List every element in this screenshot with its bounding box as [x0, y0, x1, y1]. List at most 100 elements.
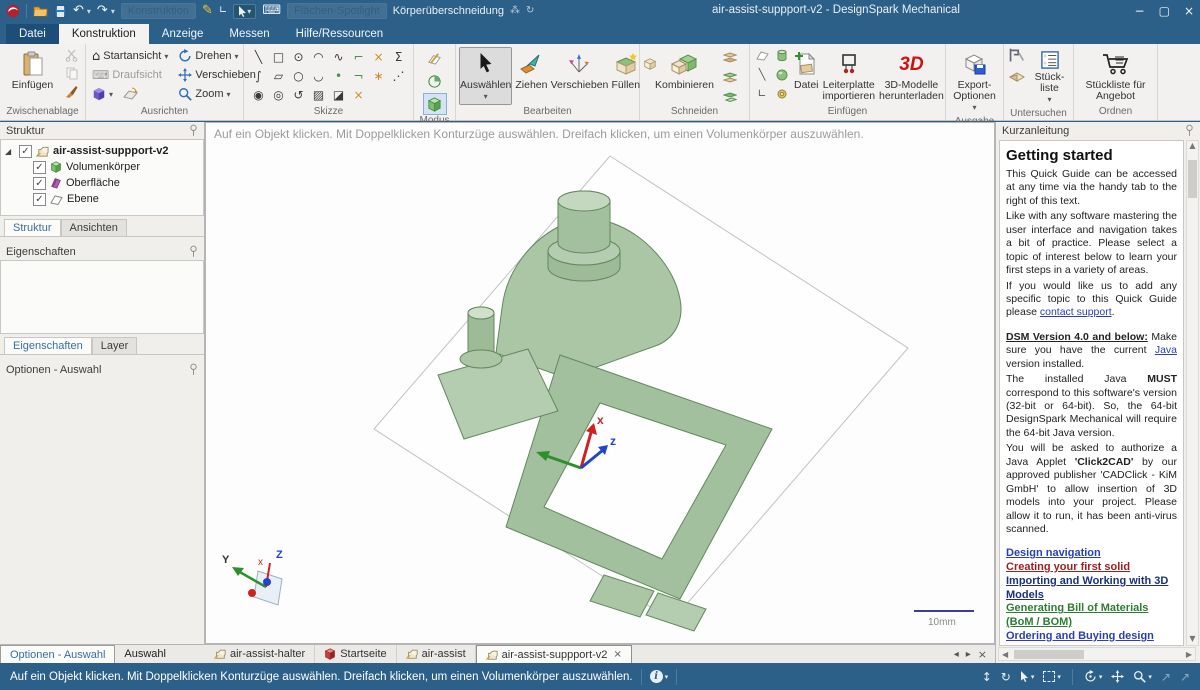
auswaehlen-button[interactable]: Auswählen ▾: [459, 47, 512, 105]
snap-angle-icon[interactable]: ∟: [219, 0, 227, 22]
scrollbar-thumb[interactable]: [1014, 650, 1084, 659]
tab-auswahl[interactable]: Auswahl: [115, 645, 175, 663]
snap-points-icon[interactable]: ⁂: [510, 0, 520, 22]
expander-icon[interactable]: ◢: [5, 147, 15, 156]
flaechen-spotlight-button[interactable]: Flächen-Spotlight: [287, 3, 387, 19]
scroll-up-icon[interactable]: ▲: [1189, 141, 1195, 150]
tab-eigenschaften[interactable]: Eigenschaften: [4, 337, 92, 354]
paste-button[interactable]: Einfügen: [5, 47, 61, 94]
konstruktion-quick-button[interactable]: Konstruktion: [121, 3, 196, 19]
minimize-button[interactable]: −: [1135, 4, 1145, 18]
close-tab-icon[interactable]: ×: [613, 649, 621, 660]
section-mode-button[interactable]: [423, 70, 447, 92]
sketch-offset-icon[interactable]: ◎: [269, 85, 289, 104]
menu-tab-konstruktion[interactable]: Konstruktion: [59, 24, 149, 44]
project-face-icon[interactable]: [721, 87, 739, 104]
tab-scroll-right-icon[interactable]: ▸: [966, 649, 971, 660]
java-link[interactable]: Java: [1155, 344, 1177, 356]
undo-button[interactable]: ↶: [73, 0, 84, 22]
cut-icon[interactable]: [63, 47, 81, 64]
sketch-fillet-icon[interactable]: ¬: [349, 66, 369, 85]
link-design-navigation[interactable]: Design navigation: [1006, 547, 1101, 559]
menu-tab-anzeige[interactable]: Anzeige: [149, 24, 217, 44]
selection-box-button[interactable]: ▾: [1043, 671, 1061, 682]
link-creating-first-solid[interactable]: Creating your first solid: [1006, 561, 1130, 573]
tree-item-volumenkoerper[interactable]: ✓ Volumenkörper: [1, 159, 203, 175]
sketch-corner-icon[interactable]: ⌐: [349, 47, 369, 66]
next-view-icon[interactable]: ↗: [1180, 670, 1190, 684]
select-tool-button[interactable]: ▾: [233, 4, 256, 19]
pin-icon[interactable]: [189, 124, 198, 137]
vertical-scrollbar[interactable]: ▲ ▼: [1186, 140, 1199, 646]
sketch-point-icon[interactable]: •: [329, 66, 349, 85]
checkbox[interactable]: ✓: [33, 161, 46, 174]
link-ordering-buying[interactable]: Ordering and Buying design components: [1006, 630, 1154, 646]
sketch-arc-icon[interactable]: ◠: [309, 47, 329, 66]
rotate-view-icon[interactable]: ↻: [1001, 670, 1011, 684]
maximize-button[interactable]: ▢: [1159, 4, 1170, 18]
link-importing-3d-models[interactable]: Importing and Working with 3D Models: [1006, 575, 1168, 601]
horizontal-scrollbar[interactable]: ◀ ▶: [998, 647, 1196, 661]
sketch-plane-edit-icon[interactable]: ◪: [329, 85, 349, 104]
tab-ansichten[interactable]: Ansichten: [61, 219, 127, 236]
pin-icon[interactable]: [189, 245, 198, 258]
sketch-circle-icon[interactable]: ⊙: [289, 47, 309, 66]
sketch-sweep-arc-icon[interactable]: ↺: [289, 85, 309, 104]
tree-item-root[interactable]: ◢ ✓ air-assist-suppport-v2: [1, 143, 203, 159]
doc-tab-air-assist-halter[interactable]: air-assist-halter: [205, 645, 315, 663]
link-generating-bom[interactable]: Generating Bill of Materials (BoM / BOM): [1006, 602, 1148, 628]
kombinieren-button[interactable]: Kombinieren: [651, 47, 719, 94]
verschieben-edit-button[interactable]: Verschieben: [550, 47, 608, 94]
tab-optionen-auswahl[interactable]: Optionen - Auswahl: [0, 645, 115, 663]
tab-layer[interactable]: Layer: [92, 337, 138, 354]
sketch-arc2-icon[interactable]: ◡: [309, 66, 329, 85]
pan-button[interactable]: [1111, 670, 1124, 683]
checkbox[interactable]: ✓: [19, 145, 32, 158]
orbit-button[interactable]: ▾: [1084, 670, 1103, 683]
sketch-ellipse-icon[interactable]: ◉: [249, 85, 269, 104]
menu-tab-hilfe[interactable]: Hilfe/Ressourcen: [283, 24, 397, 44]
cad-model-canvas[interactable]: x z Y Z x 10mm: [206, 123, 994, 643]
redo-dropdown-icon[interactable]: ▾: [111, 7, 115, 16]
sketch-equation-icon[interactable]: Σ: [389, 47, 409, 66]
save-button[interactable]: [54, 5, 67, 18]
tree-item-ebene[interactable]: ✓ Ebene: [1, 191, 203, 207]
pin-icon[interactable]: [189, 363, 198, 376]
insert-gear-icon[interactable]: [773, 85, 791, 102]
info-button[interactable]: i▾: [650, 670, 669, 683]
startansicht-button[interactable]: ⌂ Startansicht▾: [92, 47, 168, 65]
sketch-line-icon[interactable]: ╲: [249, 47, 269, 66]
stueckliste-angebot-button[interactable]: Stückliste für Angebot: [1077, 47, 1154, 105]
draufsicht-button[interactable]: ⌨ Draufsicht: [92, 66, 168, 84]
scroll-left-icon[interactable]: ◀: [1002, 650, 1008, 659]
refresh-icon[interactable]: ↻: [526, 0, 534, 22]
open-file-button[interactable]: [33, 5, 48, 17]
split-face-icon[interactable]: [721, 68, 739, 85]
undo-dropdown-icon[interactable]: ▾: [87, 7, 91, 16]
sketch-rectangle2-icon[interactable]: ▱: [269, 66, 289, 85]
checkbox[interactable]: ✓: [33, 177, 46, 190]
menu-tab-messen[interactable]: Messen: [216, 24, 282, 44]
select-mode-button[interactable]: ▾: [1020, 671, 1035, 682]
sketch-plane-icon[interactable]: [123, 87, 138, 101]
view-cube-button[interactable]: ▾: [92, 85, 168, 103]
insert-line-icon[interactable]: ╲: [753, 66, 771, 83]
koerperueberschneidung-button[interactable]: Körperüberschneidung: [393, 5, 504, 17]
sketch-delete-icon[interactable]: ×: [349, 85, 369, 104]
export-optionen-button[interactable]: Export- Optionen ▾: [949, 47, 1000, 116]
insert-plane-icon[interactable]: [753, 47, 771, 64]
doc-tab-air-assist[interactable]: air-assist: [397, 645, 476, 663]
leiterplatte-button[interactable]: Leiterplatte importieren: [822, 47, 877, 105]
zoom-view-button[interactable]: ▾: [1133, 670, 1152, 683]
sketch-rectangle-icon[interactable]: □: [269, 47, 289, 66]
caliper-icon[interactable]: [1008, 47, 1026, 64]
pencil-icon[interactable]: ✎: [202, 0, 213, 22]
solid-mode-button[interactable]: [423, 93, 447, 115]
keyboard-icon[interactable]: ⌨: [262, 0, 281, 22]
sketch-mode-button[interactable]: [423, 47, 447, 69]
insert-sphere-icon[interactable]: [773, 66, 791, 83]
pin-icon[interactable]: [1185, 124, 1194, 137]
close-button[interactable]: ×: [1184, 4, 1194, 18]
section-wedge-icon[interactable]: [1008, 67, 1026, 84]
sketch-plane-hatch-icon[interactable]: ▨: [309, 85, 329, 104]
